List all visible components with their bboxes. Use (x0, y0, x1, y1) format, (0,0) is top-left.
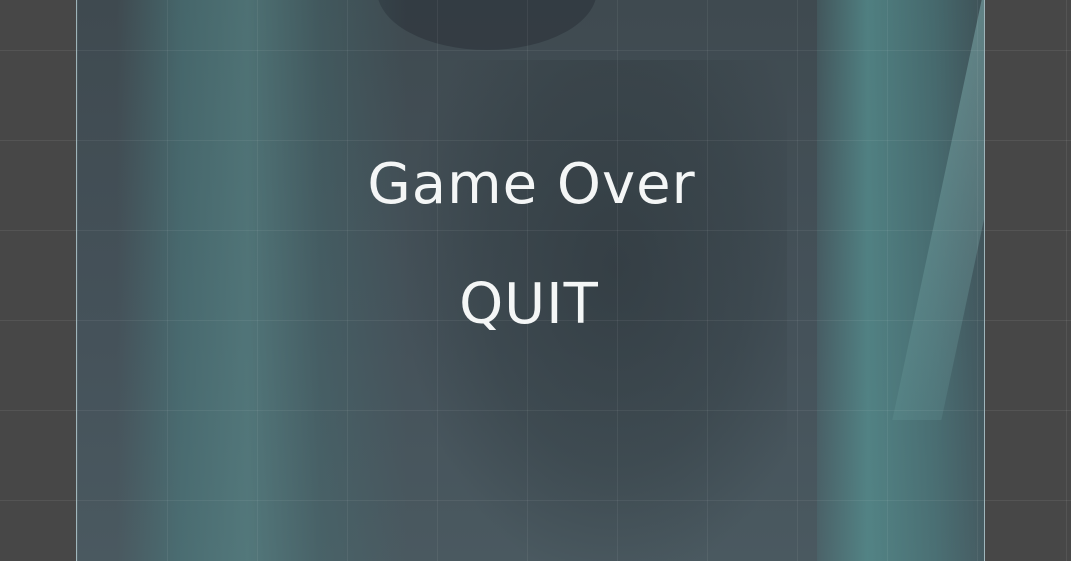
background-curtain-left (117, 0, 407, 561)
game-over-title: Game Over (367, 152, 696, 217)
quit-button-label: QUIT (459, 272, 599, 337)
quit-button[interactable]: QUIT (439, 272, 619, 352)
scene-viewport: Game Over QUIT (0, 0, 1071, 561)
background-curtain-right (817, 0, 984, 561)
background-shadow-top (377, 0, 597, 50)
game-canvas: Game Over QUIT (76, 0, 985, 561)
